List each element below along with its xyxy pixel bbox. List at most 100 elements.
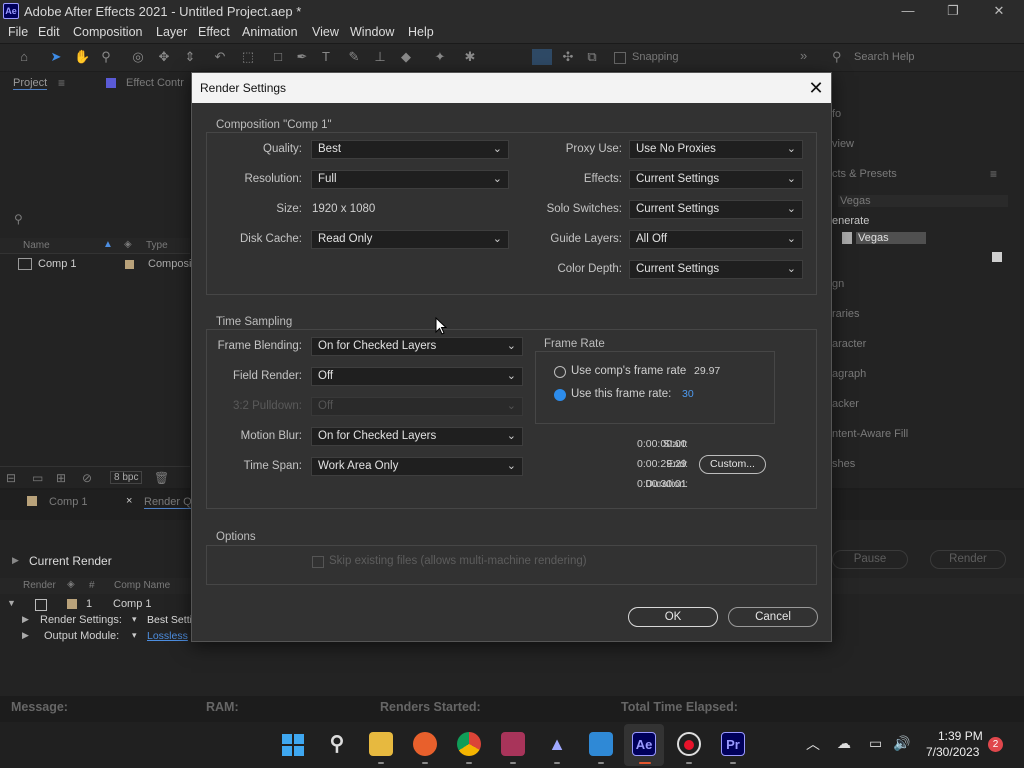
right-panel-item[interactable]: cts & Presets [832, 168, 897, 180]
cancel-button[interactable]: Cancel [728, 607, 818, 627]
eraser-tool-icon[interactable]: ◆ [398, 49, 414, 65]
view-axis-icon[interactable]: ⧉ [584, 49, 600, 65]
render-queue-tab[interactable]: Render Q [144, 496, 192, 509]
menu-file[interactable]: File [8, 25, 28, 39]
menu-composition[interactable]: Composition [73, 25, 142, 39]
home-icon[interactable]: ⌂ [16, 49, 32, 65]
ok-button[interactable]: OK [628, 607, 718, 627]
panel-menu-icon[interactable]: ≡ [58, 76, 65, 90]
pen-tool-icon[interactable]: ✒ [294, 49, 310, 65]
menu-view[interactable]: View [312, 25, 339, 39]
notification-badge[interactable]: 2 [988, 737, 1003, 752]
menu-edit[interactable]: Edit [38, 25, 60, 39]
dialog-close-button[interactable]: ✕ [805, 77, 827, 99]
effects-search-field[interactable]: Vegas [838, 195, 1008, 207]
local-axis-icon[interactable] [532, 49, 552, 65]
menu-help[interactable]: Help [408, 25, 434, 39]
maximize-button[interactable]: ❐ [938, 2, 968, 20]
search-project-icon[interactable]: ⚲ [14, 212, 23, 226]
comp-timeline-tab[interactable]: Comp 1 [49, 496, 88, 508]
selection-tool-icon[interactable]: ➤ [48, 49, 64, 65]
project-settings-icon[interactable]: ⊘ [82, 471, 92, 485]
menu-window[interactable]: Window [350, 25, 394, 39]
network-icon[interactable]: ▭ [869, 735, 882, 752]
guide-layers-select[interactable]: All Off ⌄ [629, 230, 803, 249]
windows-start-icon[interactable] [281, 733, 305, 757]
right-panel-item[interactable]: gn [832, 278, 844, 290]
frame-blending-select[interactable]: On for Checked Layers ⌄ [311, 337, 523, 356]
panel-menu-icon[interactable]: ≡ [990, 167, 997, 181]
project-item-row[interactable]: Comp 1 Composi [0, 256, 191, 274]
zoom-tool-icon[interactable]: ⚲ [98, 49, 114, 65]
project-tab[interactable]: Project [13, 77, 48, 90]
expand-arrow-icon[interactable]: ▶ [12, 555, 19, 566]
new-composition-icon[interactable]: ⊞ [56, 471, 66, 485]
notepad-icon[interactable] [589, 732, 613, 756]
clone-stamp-tool-icon[interactable]: ⊥ [372, 49, 388, 65]
right-panel-item[interactable]: view [832, 138, 854, 150]
right-panel-item[interactable]: acker [832, 398, 859, 410]
output-module-value[interactable]: Lossless [147, 630, 188, 642]
world-axis-icon[interactable]: ✣ [560, 49, 576, 65]
right-panel-item[interactable]: fo [832, 108, 841, 120]
menu-layer[interactable]: Layer [156, 25, 187, 39]
puppet-tool-icon[interactable]: ✱ [462, 49, 478, 65]
chrome-icon[interactable] [457, 732, 481, 756]
brush-tool-icon[interactable]: ✎ [346, 49, 362, 65]
pan-behind-tool-icon[interactable]: ⬚ [240, 49, 256, 65]
file-explorer-icon[interactable] [369, 732, 393, 756]
menu-animation[interactable]: Animation [242, 25, 298, 39]
delete-icon[interactable]: 🗑 [154, 471, 169, 485]
expand-arrow-icon[interactable]: ▶ [22, 614, 29, 625]
orbit-tool-icon[interactable]: ◎ [130, 49, 146, 65]
clock-time[interactable]: 1:39 PM [938, 729, 983, 743]
chevron-up-icon[interactable]: ︿ [806, 734, 820, 754]
winrar-icon[interactable] [501, 732, 525, 756]
quality-select[interactable]: Best ⌄ [311, 140, 509, 159]
color-depth-select[interactable]: Current Settings ⌄ [629, 260, 803, 279]
chevron-right-icon[interactable]: » [800, 48, 807, 63]
right-panel-item[interactable]: aracter [832, 338, 866, 350]
solo-switches-select[interactable]: Current Settings ⌄ [629, 200, 803, 219]
expand-arrow-icon[interactable]: ▶ [22, 630, 29, 641]
roto-brush-tool-icon[interactable]: ✦ [432, 49, 448, 65]
bit-depth-button[interactable]: 8 bpc [110, 471, 143, 484]
cloud-sync-icon[interactable]: ☁ [837, 735, 851, 752]
new-preset-icon[interactable] [992, 252, 1002, 262]
render-checkbox[interactable] [35, 599, 47, 611]
effects-select[interactable]: Current Settings ⌄ [629, 170, 803, 189]
disk-cache-select[interactable]: Read Only ⌄ [311, 230, 509, 249]
menu-effect[interactable]: Effect [198, 25, 230, 39]
skip-existing-checkbox[interactable] [312, 556, 324, 568]
use-this-rate-radio[interactable] [554, 389, 566, 401]
chevron-down-icon[interactable]: ▾ [132, 614, 137, 625]
screen-recorder-icon[interactable] [677, 732, 701, 756]
right-panel-item[interactable]: raries [832, 308, 860, 320]
taskbar-search-icon[interactable]: ⚲ [325, 732, 349, 756]
rectangle-tool-icon[interactable]: □ [270, 49, 286, 65]
minimize-button[interactable]: — [893, 2, 923, 20]
after-effects-taskbar-icon[interactable]: Ae [632, 732, 656, 756]
frame-rate-input[interactable]: 30 [682, 388, 694, 400]
close-tab-icon[interactable]: × [126, 495, 132, 507]
time-span-select[interactable]: Work Area Only ⌄ [311, 457, 523, 476]
resolution-select[interactable]: Full ⌄ [311, 170, 509, 189]
effect-controls-tab[interactable]: Effect Contr [126, 77, 184, 89]
pause-button[interactable]: Pause [832, 550, 908, 569]
close-window-button[interactable]: ✕ [984, 2, 1014, 20]
snapping-checkbox[interactable] [614, 52, 626, 64]
dolly-tool-icon[interactable]: ⇕ [182, 49, 198, 65]
right-panel-item[interactable]: ntent-Aware Fill [832, 428, 908, 440]
rotation-tool-icon[interactable]: ↶ [212, 49, 228, 65]
new-folder-icon[interactable]: ▭ [32, 471, 43, 485]
volume-icon[interactable]: 🔊 [893, 735, 910, 752]
name-column-header[interactable]: Name [23, 240, 50, 251]
firefox-icon[interactable] [413, 732, 437, 756]
pan-tool-icon[interactable]: ✥ [156, 49, 172, 65]
proxy-use-select[interactable]: Use No Proxies ⌄ [629, 140, 803, 159]
motion-blur-select[interactable]: On for Checked Layers ⌄ [311, 427, 523, 446]
field-render-select[interactable]: Off ⌄ [311, 367, 523, 386]
hand-tool-icon[interactable]: ✋ [74, 49, 90, 65]
search-help-input[interactable]: Search Help [854, 51, 915, 63]
custom-time-span-button[interactable]: Custom... [699, 455, 766, 474]
